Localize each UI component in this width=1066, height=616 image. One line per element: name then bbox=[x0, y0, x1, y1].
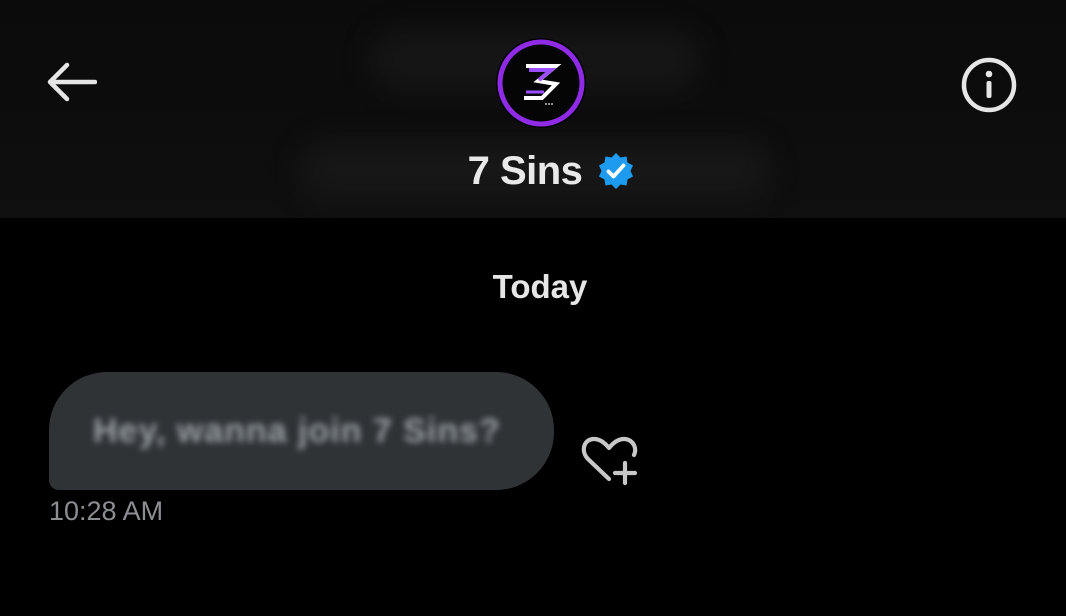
conversation-header: 7 Sins bbox=[0, 0, 1066, 218]
message-bubble[interactable]: Hey, wanna join 7 Sins? bbox=[49, 372, 554, 490]
conversation-title-row: 7 Sins bbox=[0, 142, 1066, 200]
add-reaction-button[interactable] bbox=[576, 430, 642, 490]
arrow-left-icon bbox=[47, 62, 97, 102]
verified-badge-icon bbox=[596, 151, 636, 191]
heart-plus-icon bbox=[581, 436, 638, 486]
info-circle-icon bbox=[961, 57, 1017, 113]
conversation-title: 7 Sins bbox=[467, 148, 583, 193]
message-text: Hey, wanna join 7 Sins? bbox=[93, 411, 501, 450]
dm-conversation-screen: 7 Sins Today Hey, wanna join 7 Sins? 10:… bbox=[0, 0, 1066, 616]
message-timestamp: 10:28 AM bbox=[49, 496, 164, 526]
info-button[interactable] bbox=[958, 54, 1020, 116]
back-button[interactable] bbox=[40, 56, 102, 108]
7-sins-logo bbox=[497, 39, 585, 127]
avatar[interactable] bbox=[496, 38, 586, 128]
date-separator: Today bbox=[492, 268, 588, 305]
